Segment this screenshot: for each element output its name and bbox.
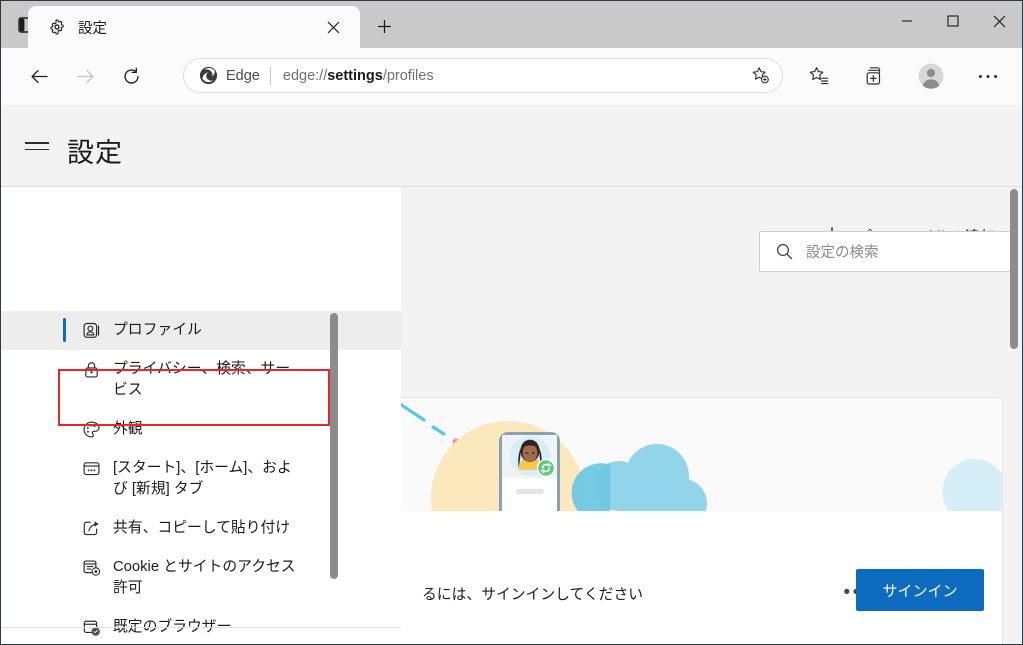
settings-navigation-flyout: プロファイル プライバシー、検索、サービス 外観 [スタート]、[ホーム]、およ… [1, 187, 401, 644]
settings-nav-list: プロファイル プライバシー、検索、サービス 外観 [スタート]、[ホーム]、およ… [1, 311, 401, 644]
browser-toolbar: Edge edge://settings/profiles [1, 48, 1022, 105]
sidebar-item-label: 共有、コピーして貼り付け [113, 520, 291, 536]
settings-more-icon [978, 74, 998, 78]
tab-title: 設定 [78, 20, 107, 37]
settings-search-placeholder: 設定の検索 [806, 245, 879, 261]
settings-search-box[interactable]: 設定の検索 [759, 231, 1011, 272]
forward-arrow-icon [76, 69, 94, 84]
back-button[interactable] [21, 59, 57, 95]
profile-card: るには、サインインしてください ••• サインイン [399, 397, 1003, 644]
settings-menu-button[interactable] [25, 137, 51, 155]
maximize-icon [947, 15, 959, 27]
favorites-button[interactable] [803, 60, 835, 92]
sync-illustration [400, 402, 1002, 511]
add-favorite-button[interactable] [746, 62, 774, 90]
cookies-icon [81, 557, 101, 577]
plus-icon [377, 19, 391, 33]
tab-close-button[interactable] [320, 14, 346, 40]
close-icon [993, 15, 1005, 27]
refresh-icon [123, 67, 139, 84]
refresh-button[interactable] [113, 59, 149, 95]
profile-card-body: るには、サインインしてください ••• サインイン [400, 511, 1002, 644]
sidebar-scrollbar[interactable] [330, 313, 338, 579]
sidebar-item-start-home-newtab[interactable]: [スタート]、[ホーム]、および [新規] タブ [1, 449, 401, 509]
collections-button[interactable] [859, 60, 891, 92]
minimize-icon [902, 20, 912, 22]
profile-icon [81, 320, 101, 340]
browser-window: 設定 Edge edge://settings/profiles 設定 設定の検… [0, 0, 1023, 645]
settings-page: 設定 設定の検索 ＋ プロファイルの追加 [1, 105, 1022, 644]
collections-icon [866, 67, 881, 85]
page-title: 設定 [67, 138, 123, 168]
sidebar-item-label: [スタート]、[ホーム]、および [新規] タブ [113, 460, 292, 497]
settings-header: 設定 [1, 105, 1022, 186]
search-icon [776, 243, 793, 260]
profile-button[interactable] [915, 60, 947, 92]
url-text: edge://settings/profiles [282, 67, 434, 84]
sidebar-item-label: 外観 [113, 421, 143, 437]
omnibox-separator [269, 66, 271, 85]
lock-icon [81, 359, 101, 379]
content-scrollbar-thumb[interactable] [1010, 189, 1018, 349]
close-window-button[interactable] [976, 1, 1022, 41]
flyout-bottom-divider [1, 627, 401, 628]
close-icon [327, 21, 339, 33]
minimize-button[interactable] [884, 1, 930, 41]
favorites-icon [809, 67, 829, 85]
profile-avatar-icon [918, 63, 944, 89]
browser-tab[interactable]: 設定 [28, 6, 360, 48]
hamburger-line [25, 148, 49, 151]
new-tab-button[interactable] [368, 11, 400, 41]
sidebar-item-privacy-search-services[interactable]: プライバシー、検索、サービス [1, 350, 401, 410]
gear-icon [48, 18, 66, 36]
sidebar-item-label: プライバシー、検索、サービス [113, 361, 291, 398]
window-controls [884, 1, 1022, 41]
edge-logo-icon [198, 66, 218, 86]
maximize-button[interactable] [930, 1, 976, 41]
sidebar-item-label: Cookie とサイトのアクセス許可 [113, 559, 296, 596]
sidebar-item-profiles[interactable]: プロファイル [1, 311, 401, 350]
add-favorite-icon [752, 67, 769, 84]
settings-and-more-button[interactable] [972, 60, 1004, 92]
sidebar-item-appearance[interactable]: 外観 [1, 410, 401, 449]
profile-illustration [400, 398, 1002, 511]
forward-button [67, 59, 103, 95]
sidebar-item-label: プロファイル [113, 322, 202, 338]
address-bar[interactable]: Edge edge://settings/profiles [183, 58, 783, 93]
profile-card-description: るには、サインインしてください [422, 587, 644, 603]
back-arrow-icon [30, 69, 48, 84]
omnibox-brand-label: Edge [226, 67, 260, 84]
signin-button[interactable]: サインイン [856, 569, 984, 611]
sidebar-scrollbar-thumb[interactable] [330, 313, 338, 579]
palette-icon [81, 419, 101, 439]
sidebar-item-share-copy-paste[interactable]: 共有、コピーして貼り付け [1, 509, 401, 548]
sidebar-item-cookies-site-permissions[interactable]: Cookie とサイトのアクセス許可 [1, 548, 401, 608]
sidebar-item-default-browser[interactable]: 既定のブラウザー [1, 608, 401, 644]
hamburger-line [25, 141, 49, 144]
share-icon [81, 518, 101, 538]
title-bar: 設定 [1, 1, 1022, 48]
start-home-newtab-icon [81, 458, 101, 478]
